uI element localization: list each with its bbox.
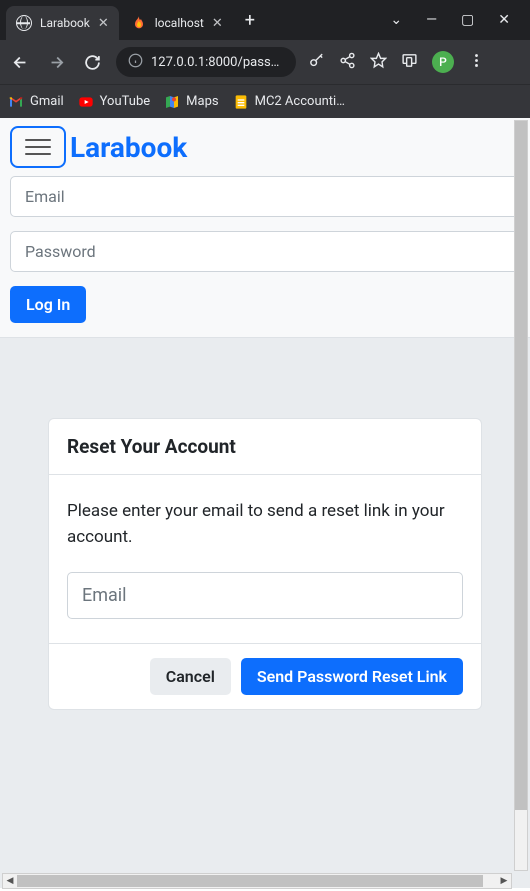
bookmark-youtube[interactable]: YouTube: [78, 94, 151, 110]
cancel-button[interactable]: Cancel: [150, 658, 231, 695]
maximize-button[interactable]: ▢: [455, 8, 480, 32]
login-form: Log In: [0, 176, 530, 338]
close-window-button[interactable]: ✕: [492, 8, 516, 32]
reload-button[interactable]: [80, 50, 104, 74]
page-viewport: Larabook Log In Reset Your Account Pleas…: [0, 118, 530, 891]
share-icon[interactable]: [339, 52, 356, 73]
send-reset-link-button[interactable]: Send Password Reset Link: [241, 658, 463, 695]
tab-larabook[interactable]: Larabook ✕: [6, 6, 119, 40]
reset-email-input[interactable]: [67, 572, 463, 619]
tab-localhost[interactable]: localhost ✕: [121, 6, 233, 40]
globe-icon: [16, 15, 32, 31]
gmail-icon: [8, 94, 24, 110]
horizontal-scrollbar-thumb[interactable]: [17, 875, 483, 887]
close-tab-icon[interactable]: ✕: [98, 16, 109, 31]
bookmark-gmail[interactable]: Gmail: [8, 94, 64, 110]
profile-avatar[interactable]: P: [432, 51, 454, 73]
brand-logo[interactable]: Larabook: [70, 131, 187, 164]
scroll-right-arrow[interactable]: ▶: [497, 874, 511, 888]
horizontal-scrollbar[interactable]: ◀ ▶: [2, 873, 512, 889]
flame-icon: [131, 15, 147, 31]
minimize-button[interactable]: —: [420, 8, 443, 32]
reset-instruction-text: Please enter your email to send a reset …: [67, 499, 463, 550]
back-button[interactable]: [8, 50, 32, 74]
new-tab-button[interactable]: +: [235, 10, 265, 31]
login-submit-button[interactable]: Log In: [10, 286, 86, 323]
site-info-icon[interactable]: [128, 53, 143, 72]
device-icon[interactable]: [401, 52, 418, 73]
vertical-scrollbar-thumb[interactable]: [515, 121, 527, 810]
reset-card-title: Reset Your Account: [49, 419, 481, 475]
sheets-icon: [233, 94, 249, 110]
forward-button[interactable]: [44, 50, 68, 74]
scroll-left-arrow[interactable]: ◀: [3, 874, 17, 888]
menu-dots-icon[interactable]: [468, 52, 485, 73]
tab-label: Larabook: [40, 16, 90, 30]
bookmark-label: Maps: [186, 94, 218, 109]
maps-icon: [164, 94, 180, 110]
bookmark-label: MC2 Accounti…: [255, 94, 345, 109]
login-email-input[interactable]: [10, 176, 520, 217]
url-text: 127.0.0.1:8000/passw…: [151, 55, 284, 70]
app-navbar: Larabook: [0, 118, 530, 176]
youtube-icon: [78, 94, 94, 110]
address-bar: 127.0.0.1:8000/passw… P: [0, 40, 530, 84]
tab-dropdown-icon[interactable]: ⌄: [384, 8, 408, 32]
bookmark-label: YouTube: [100, 94, 151, 109]
bookmark-mc2[interactable]: MC2 Accounti…: [233, 94, 345, 110]
tab-bar: Larabook ✕ localhost ✕ + ⌄ — ▢ ✕: [0, 0, 530, 40]
vertical-scrollbar[interactable]: [514, 120, 528, 871]
bookmark-label: Gmail: [30, 94, 64, 109]
tab-label: localhost: [155, 16, 204, 30]
content-area: Reset Your Account Please enter your ema…: [0, 338, 530, 888]
address-input[interactable]: 127.0.0.1:8000/passw…: [116, 47, 296, 77]
bookmarks-bar: Gmail YouTube Maps MC2 Accounti…: [0, 84, 530, 118]
menu-toggle-button[interactable]: [10, 126, 66, 168]
reset-card: Reset Your Account Please enter your ema…: [48, 418, 482, 710]
close-tab-icon[interactable]: ✕: [212, 16, 223, 31]
password-key-icon[interactable]: [308, 52, 325, 73]
login-password-input[interactable]: [10, 231, 520, 272]
browser-chrome: Larabook ✕ localhost ✕ + ⌄ — ▢ ✕: [0, 0, 530, 118]
bookmark-star-icon[interactable]: [370, 52, 387, 73]
bookmark-maps[interactable]: Maps: [164, 94, 218, 110]
